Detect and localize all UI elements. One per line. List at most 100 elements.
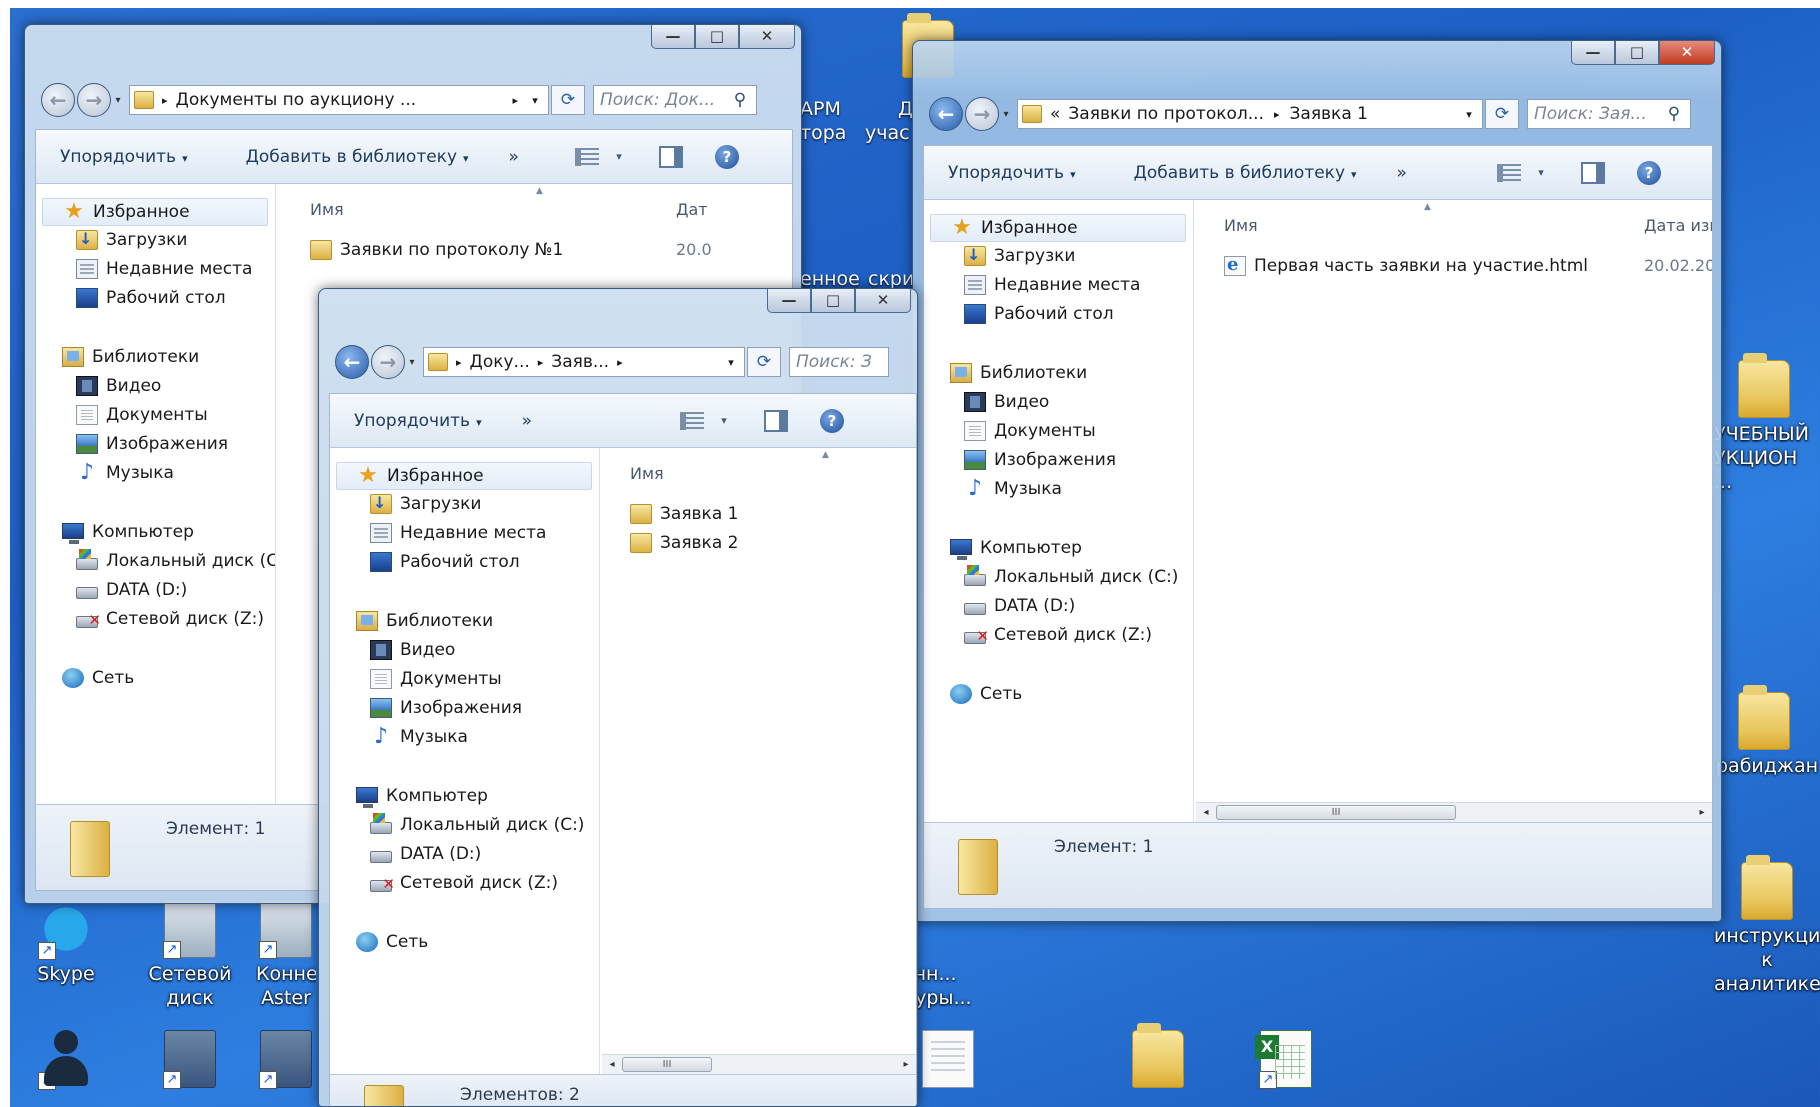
nav-network-disk[interactable]: Сетевой диск (Z:) [964,625,1152,645]
scroll-right-icon[interactable]: ▸ [896,1055,916,1075]
scroll-left-icon[interactable]: ◂ [1196,803,1216,823]
change-view-button[interactable] [678,408,706,434]
more-commands-button[interactable]: » [483,147,533,167]
history-dropdown[interactable]: ▾ [999,109,1013,120]
nav-recent-places[interactable]: Недавние места [964,275,1140,295]
close-button[interactable]: ✕ [1659,41,1715,65]
more-commands-button[interactable]: » [1371,163,1421,183]
nav-data-disk[interactable]: DATA (D:) [370,844,481,864]
preview-pane-button[interactable] [657,144,685,170]
nav-video[interactable]: Видео [370,640,455,660]
search-input[interactable]: Поиск: Зая... ⚲ [1527,99,1691,129]
breadcrumb-item[interactable]: Заявка 1 [1290,104,1461,124]
nav-recent-places[interactable]: Недавние места [76,259,252,279]
breadcrumb-item[interactable]: Доку... [470,352,530,372]
nav-downloads[interactable]: Загрузки [964,245,1075,266]
desktop-icon-skype[interactable]: ↗ Skype [18,900,114,986]
refresh-button[interactable]: ⟳ [747,347,781,377]
file-row[interactable]: Первая часть заявки на участие.html [1224,254,1588,276]
column-header-date[interactable]: Дата изм [1644,216,1712,235]
organize-button[interactable]: Упорядочить ▾ [924,163,1090,183]
desktop-icon-instruction[interactable]: инструкция к аналитике [1714,855,1820,996]
nav-downloads[interactable]: Загрузки [76,229,187,250]
back-button[interactable]: ← [335,345,369,379]
help-button[interactable]: ? [1635,160,1663,186]
file-row[interactable]: Заявки по протоколу №1 [310,240,563,260]
column-header-name[interactable]: Имя [310,200,344,219]
preview-pane-button[interactable] [1579,160,1607,186]
desktop-icon-azerbaijan[interactable]: рабиджан [1716,685,1818,778]
change-view-button[interactable] [573,144,601,170]
desktop-icon-setup[interactable]: ↗ [142,1030,238,1092]
search-input[interactable]: Поиск: З [789,347,889,377]
nav-libraries[interactable]: Библиотеки [950,363,1087,383]
back-button[interactable]: ← [929,97,963,131]
refresh-button[interactable]: ⟳ [551,85,585,115]
more-commands-button[interactable]: » [496,411,546,431]
address-dropdown-icon[interactable]: ▾ [722,356,740,369]
address-bar[interactable]: ▸ Доку... ▸ Заяв... ▸ ▾ [423,347,745,377]
horizontal-scrollbar[interactable]: ◂ III ▸ [602,1054,916,1074]
column-header-name[interactable]: Имя [630,464,664,483]
nav-computer[interactable]: Компьютер [356,786,488,808]
maximize-button[interactable]: □ [811,289,855,313]
nav-desktop[interactable]: Рабочий стол [76,288,226,308]
explorer-window-applications[interactable]: — □ ✕ ← → ▾ ▸ Доку... ▸ Заяв... ▸ ▾ ⟳ По… [318,288,918,1107]
nav-network-disk[interactable]: Сетевой диск (Z:) [76,609,264,629]
desktop-icon-folder[interactable] [1110,1023,1206,1092]
nav-downloads[interactable]: Загрузки [370,493,481,514]
nav-documents[interactable]: Документы [964,421,1096,441]
nav-images[interactable]: Изображения [964,450,1116,470]
address-dropdown-icon[interactable]: ▾ [526,94,544,107]
nav-local-disk[interactable]: Локальный диск (C:) [76,549,275,571]
file-row[interactable]: Заявка 2 [630,533,738,553]
nav-desktop[interactable]: Рабочий стол [370,552,520,572]
breadcrumb-overflow-icon[interactable]: « [1050,104,1060,124]
nav-libraries[interactable]: Библиотеки [356,611,493,631]
scroll-left-icon[interactable]: ◂ [602,1055,622,1075]
desktop-icon-app[interactable]: ↗ [256,1030,316,1092]
horizontal-scrollbar[interactable]: ◂ III ▸ [1196,802,1712,822]
add-to-library-button[interactable]: Добавить в библиотеку ▾ [1090,163,1371,183]
scroll-right-icon[interactable]: ▸ [1692,803,1712,823]
nav-local-disk[interactable]: Локальный диск (C:) [964,565,1178,587]
history-dropdown[interactable]: ▾ [111,95,125,106]
views-dropdown[interactable]: ▾ [716,408,732,434]
desktop-icon-user[interactable]: ↗ [18,1030,114,1092]
nav-network[interactable]: Сеть [356,932,428,952]
organize-button[interactable]: Упорядочить ▾ [330,411,496,431]
nav-network[interactable]: Сеть [950,684,1022,704]
add-to-library-button[interactable]: Добавить в библиотеку ▾ [202,147,483,167]
breadcrumb-item[interactable]: Заявки по протокол... [1068,104,1264,124]
nav-network[interactable]: Сеть [62,668,134,688]
preview-pane-button[interactable] [762,408,790,434]
forward-button[interactable]: → [965,97,999,131]
refresh-button[interactable]: ⟳ [1485,99,1519,129]
nav-images[interactable]: Изображения [76,434,228,454]
nav-favorites[interactable]: ★ Избранное [930,214,1186,242]
minimize-button[interactable]: — [651,25,695,49]
nav-recent-places[interactable]: Недавние места [370,523,546,543]
views-dropdown[interactable]: ▾ [1533,160,1549,186]
desktop-icon-uchebny[interactable]: УЧЕБНЫЙ УКЦИОН ... [1714,353,1812,494]
minimize-button[interactable]: — [767,289,811,313]
nav-video[interactable]: Видео [76,376,161,396]
forward-button[interactable]: → [371,345,405,379]
back-button[interactable]: ← [41,83,75,117]
nav-documents[interactable]: Документы [76,405,208,425]
nav-favorites[interactable]: ★ Избранное [336,462,592,490]
nav-favorites[interactable]: ★ Избранное [42,198,268,226]
column-header-name[interactable]: Имя [1224,216,1258,235]
address-bar[interactable]: « Заявки по протокол... ▸ Заявка 1 ▾ [1017,99,1483,129]
history-dropdown[interactable]: ▾ [405,357,419,368]
file-row[interactable]: Заявка 1 [630,504,738,524]
nav-images[interactable]: Изображения [370,698,522,718]
nav-data-disk[interactable]: DATA (D:) [76,580,187,600]
nav-music[interactable]: ♪ Музыка [964,478,1062,500]
maximize-button[interactable]: □ [1615,41,1659,65]
nav-network-disk[interactable]: Сетевой диск (Z:) [370,873,558,893]
nav-computer[interactable]: Компьютер [62,522,194,544]
nav-desktop[interactable]: Рабочий стол [964,304,1114,324]
search-input[interactable]: Поиск: Док... ⚲ [593,85,757,115]
address-bar[interactable]: ▸ Документы по аукциону ... ▸ ▾ [129,85,549,115]
